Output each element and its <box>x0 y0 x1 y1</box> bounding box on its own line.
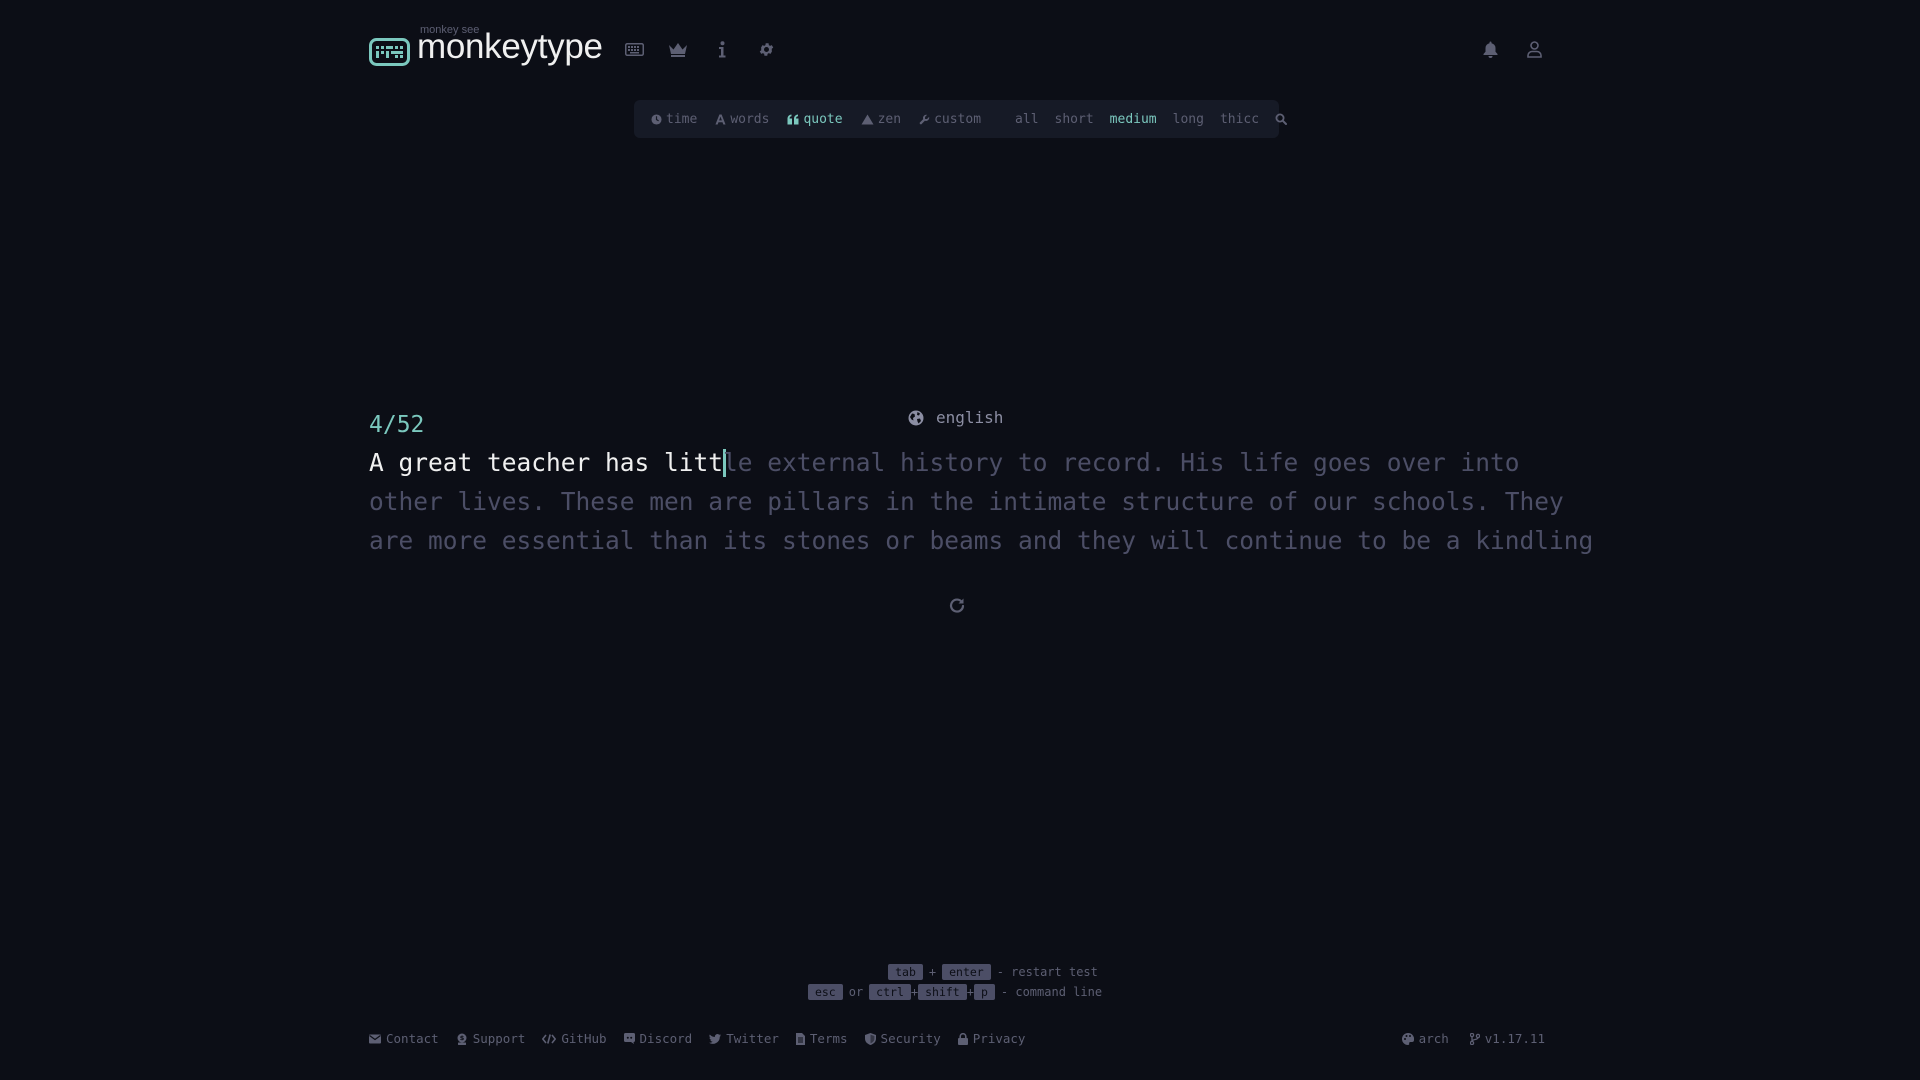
footer-link-contact[interactable]: Contact <box>369 1031 439 1046</box>
command-line-hint: esc or ctrl + shift + p - command line <box>0 982 1918 1002</box>
envelope-icon <box>369 1034 381 1043</box>
nav-icons <box>623 38 799 60</box>
footer-link-label: Terms <box>809 1031 848 1046</box>
restart-hint-text: - restart test <box>996 965 1098 979</box>
mountain-icon <box>861 114 874 124</box>
quote-length-all[interactable]: all <box>1015 112 1038 127</box>
keyboard-icon[interactable] <box>623 38 645 60</box>
footer-link-discord[interactable]: Discord <box>623 1031 693 1046</box>
plus-sign: + <box>928 965 937 979</box>
svg-text:$: $ <box>459 1034 464 1042</box>
footer-link-terms[interactable]: Terms <box>795 1031 848 1046</box>
test-config-bar: time words quote zen custom all short me… <box>634 100 1288 138</box>
quote-search-button[interactable] <box>1275 113 1291 125</box>
clock-icon <box>651 113 662 125</box>
key-tab: tab <box>888 964 923 980</box>
version-button[interactable]: v1.17.11 <box>1469 1031 1545 1046</box>
quote-length-medium[interactable]: medium <box>1110 112 1157 127</box>
file-icon <box>795 1032 805 1045</box>
word-progress-counter: 4/52 <box>369 412 425 438</box>
theme-name: arch <box>1418 1031 1449 1046</box>
untyped-text-line-3: are more essential than its stones or be… <box>369 526 1594 555</box>
footer: Contact $ Support GitHub Discord Twitter… <box>369 1031 1545 1051</box>
mode-time-label: time <box>666 111 698 127</box>
crown-icon[interactable] <box>667 38 689 60</box>
language-button[interactable]: english <box>908 408 1003 427</box>
footer-link-twitter[interactable]: Twitter <box>709 1031 779 1046</box>
redo-icon <box>949 598 965 613</box>
palette-icon <box>1401 1032 1414 1045</box>
code-branch-icon <box>1469 1032 1480 1045</box>
typed-text: A great teacher has litt <box>369 448 724 477</box>
quote-icon <box>787 113 799 124</box>
footer-link-label: GitHub <box>561 1031 607 1046</box>
mode-zen-button[interactable]: zen <box>861 112 901 127</box>
footer-link-label: Discord <box>639 1031 693 1046</box>
or-text: or <box>848 985 864 999</box>
restart-test-button[interactable] <box>945 593 969 617</box>
untyped-text-line-1: le external history to record. His life … <box>723 448 1520 477</box>
monkeytype-logo-icon <box>369 38 410 66</box>
words-area[interactable]: A great teacher has little external hist… <box>369 443 1593 560</box>
info-icon[interactable] <box>711 38 733 60</box>
footer-link-support[interactable]: $ Support <box>456 1031 526 1046</box>
mode-custom-label: custom <box>934 111 982 127</box>
footer-link-label: Twitter <box>726 1031 779 1046</box>
footer-link-label: Support <box>472 1031 526 1046</box>
key-enter: enter <box>942 964 991 980</box>
mode-quote-label: quote <box>803 111 843 127</box>
logo-title: monkeytype <box>417 27 603 66</box>
code-icon <box>542 1033 557 1044</box>
quote-length-short[interactable]: short <box>1055 112 1094 127</box>
discord-icon <box>623 1033 635 1044</box>
mode-custom-button[interactable]: custom <box>919 112 981 127</box>
mode-words-button[interactable]: words <box>715 112 769 127</box>
footer-meta: arch v1.17.11 <box>1381 1031 1545 1046</box>
logo[interactable]: monkey see monkeytype <box>369 22 603 78</box>
footer-link-github[interactable]: GitHub <box>542 1031 607 1046</box>
mode-time-button[interactable]: time <box>651 112 697 127</box>
footer-link-label: Security <box>880 1031 941 1046</box>
restart-hint: tab + enter - restart test <box>36 962 1920 982</box>
key-shift: shift <box>918 984 967 1000</box>
user-icon[interactable] <box>1523 38 1545 60</box>
donate-icon: $ <box>457 1033 467 1045</box>
bell-icon[interactable] <box>1479 38 1501 60</box>
version-label: v1.17.11 <box>1484 1031 1545 1046</box>
lock-icon <box>957 1032 968 1045</box>
footer-link-privacy[interactable]: Privacy <box>957 1031 1026 1046</box>
footer-link-label: Privacy <box>972 1031 1026 1046</box>
font-a-icon <box>715 113 726 125</box>
twitter-icon <box>709 1033 722 1044</box>
mode-zen-label: zen <box>877 111 902 127</box>
untyped-text-line-2: other lives. These men are pillars in th… <box>369 487 1564 516</box>
header: monkey see monkeytype <box>369 22 1545 78</box>
mode-words-label: words <box>730 111 770 127</box>
plus-sign: + <box>966 985 974 999</box>
keyboard-hints: tab + enter - restart test esc or ctrl +… <box>0 962 1920 1002</box>
key-p: p <box>973 984 995 1000</box>
plus-sign: + <box>910 985 919 999</box>
globe-icon <box>908 410 924 425</box>
language-label: english <box>936 408 1004 427</box>
gear-icon[interactable] <box>755 38 777 60</box>
shield-icon <box>864 1032 876 1045</box>
key-esc: esc <box>807 984 843 1000</box>
footer-links: Contact $ Support GitHub Discord Twitter… <box>369 1031 1042 1046</box>
wrench-icon <box>919 114 930 124</box>
account-icons <box>1457 38 1545 60</box>
key-ctrl: ctrl <box>869 984 911 1000</box>
footer-link-security[interactable]: Security <box>864 1031 941 1046</box>
quote-length-long[interactable]: long <box>1173 112 1204 127</box>
mode-quote-button[interactable]: quote <box>787 111 843 127</box>
footer-link-label: Contact <box>386 1031 439 1046</box>
theme-button[interactable]: arch <box>1401 1031 1449 1046</box>
search-icon <box>1275 113 1288 125</box>
quote-length-thicc[interactable]: thicc <box>1220 112 1259 127</box>
command-line-hint-text: - command line <box>1000 985 1103 999</box>
